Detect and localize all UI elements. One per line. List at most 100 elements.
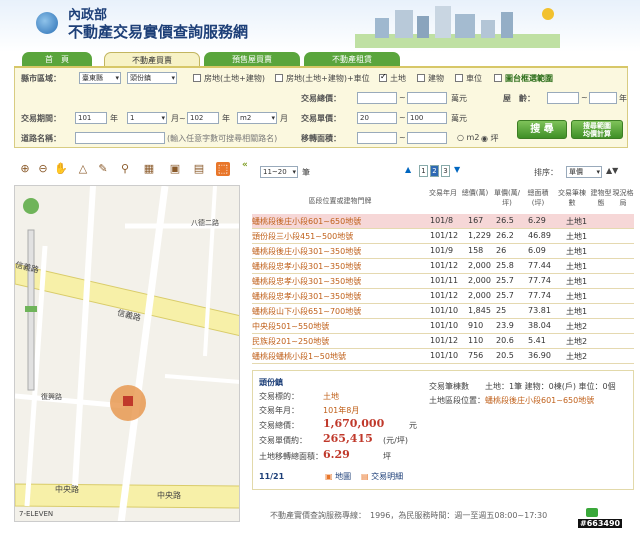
sort-select[interactable]: 單價	[566, 166, 602, 178]
cell-addr: 蟠桃段後庄小段601~650地號	[252, 217, 362, 226]
radio-m2[interactable]: ○ m2	[457, 133, 479, 142]
detail-map-button[interactable]: ▣ 地圖	[325, 471, 351, 482]
detail-index: 11/21	[259, 472, 285, 481]
unit-price-label: 交易單價：	[301, 114, 341, 123]
cell-area: 73.81	[528, 306, 551, 315]
radio-m2-label: m2	[466, 133, 480, 142]
site-title: 不動產交易實價查詢服務網	[68, 23, 249, 41]
pan-icon[interactable]: ✋	[54, 162, 68, 176]
cell-area: 6.09	[528, 246, 546, 255]
table-row[interactable]: 民族段201~250地號 101/12 110 20.6 5.41 土地2	[252, 334, 634, 349]
table-row[interactable]: 蟠桃段忠孝小段301~350地號 101/12 2,000 25.8 77.44 土地1	[252, 259, 634, 274]
cell-area: 5.41	[528, 336, 546, 345]
measure-icon[interactable]: △	[76, 162, 90, 176]
cell-count: 土地1	[566, 232, 588, 241]
detail-date-label: 交易年月：	[259, 406, 299, 415]
building-age-label: 屋 齡：	[503, 94, 535, 103]
sort-direction-icon[interactable]: ▲▼	[606, 166, 618, 175]
cell-total: 756	[468, 351, 484, 360]
detail-record-button[interactable]: ▤ 交易明細	[361, 471, 403, 482]
cell-count: 土地1	[566, 217, 588, 226]
road-input[interactable]	[75, 132, 165, 144]
cell-area: 46.89	[528, 231, 551, 240]
main-nav: 首 頁 不動產買賣 預售屋買賣 不動產租賃	[14, 52, 628, 67]
sort-label: 排序：	[534, 168, 558, 177]
table-row[interactable]: 中央段501~550地號 101/10 910 23.9 38.04 土地2	[252, 319, 634, 334]
month-end-unit: 月	[280, 114, 288, 123]
print-icon[interactable]: ▦	[142, 162, 156, 176]
unit-price-unit: 萬元	[451, 114, 467, 123]
range-tilde: ~	[399, 113, 406, 122]
table-row[interactable]: 蟠桃段蟠桃小段1~50地號 101/10 756 20.5 36.90 土地2	[252, 349, 634, 364]
table-row[interactable]: 蟠桃段後庄小段601~650地號 101/8 167 26.5 6.29 土地1	[252, 214, 634, 229]
period-end-month-select[interactable]: m2	[237, 112, 277, 124]
page-3[interactable]: 3	[441, 165, 450, 177]
collapse-panel-icon[interactable]: «	[242, 160, 250, 182]
table-row[interactable]: 蟠桃段山下小段651~700地號 101/10 1,845 25 73.81 土地1	[252, 304, 634, 319]
district-select[interactable]: 頭份鎮	[127, 72, 177, 84]
period-start-year-input[interactable]: 101	[75, 112, 107, 124]
city-select[interactable]: 臺東縣	[79, 72, 121, 84]
map-range-checkbox[interactable]	[494, 74, 502, 82]
tab-rental[interactable]: 不動產租賃	[304, 52, 400, 67]
type-checkbox-parking[interactable]	[455, 74, 463, 82]
type-checkbox-building[interactable]	[417, 74, 425, 82]
total-price-min-input[interactable]	[357, 92, 397, 104]
unit-price-min-input[interactable]: 20	[357, 112, 397, 124]
marker-icon[interactable]: ✎	[96, 162, 110, 176]
table-row[interactable]: 蟠桃段後庄小段301~350地號 101/9 158 26 6.09 土地1	[252, 244, 634, 259]
cell-count: 土地2	[566, 352, 588, 361]
next-page-icon[interactable]: ▼	[454, 165, 460, 174]
period-end-year-input[interactable]: 102	[187, 112, 219, 124]
table-row[interactable]: 蟠桃段忠孝小段301~350地號 101/11 2,000 25.7 77.74 土地1	[252, 274, 634, 289]
unit-price-max-input[interactable]: 100	[407, 112, 447, 124]
tab-home[interactable]: 首 頁	[22, 52, 92, 67]
tab-real-estate-sale[interactable]: 不動產買賣	[104, 52, 200, 67]
detail-count-label: 交易筆棟數	[429, 382, 469, 391]
zoom-in-icon[interactable]: ⊕	[18, 162, 32, 176]
cell-unit: 23.9	[496, 321, 514, 330]
type-checkbox-house[interactable]	[193, 74, 201, 82]
cell-unit: 20.6	[496, 336, 514, 345]
range-average-button[interactable]: 搜尋範圍 均價計算	[571, 120, 623, 139]
cell-date: 101/12	[430, 336, 459, 345]
cell-date: 101/8	[430, 216, 454, 225]
period-label: 交易期間：	[21, 114, 61, 123]
cell-total: 910	[468, 321, 484, 330]
area-label: 移轉面積：	[301, 134, 341, 143]
area-max-input[interactable]	[407, 132, 447, 144]
cell-unit: 25	[496, 306, 507, 315]
zoom-out-icon[interactable]: ⊖	[36, 162, 50, 176]
cell-total: 2,000	[468, 261, 491, 270]
page-size-select[interactable]: 11~20	[260, 166, 298, 178]
total-price-max-input[interactable]	[407, 92, 447, 104]
page-2[interactable]: 2	[430, 165, 439, 177]
cell-count: 土地1	[566, 307, 588, 316]
table-row[interactable]: 頭份段三小段451~500地號 101/12 1,229 26.2 46.89 土地1	[252, 229, 634, 244]
search-button[interactable]: 搜 尋	[517, 120, 567, 139]
cell-addr: 蟠桃段後庄小段301~350地號	[252, 247, 362, 256]
detail-total: 1,670,000	[323, 417, 385, 430]
tab-presale[interactable]: 預售屋買賣	[204, 52, 300, 67]
type-checkbox-house-parking[interactable]	[275, 74, 283, 82]
type-checkbox-land[interactable]	[379, 72, 387, 82]
period-start-month-select[interactable]: 1	[127, 112, 167, 124]
cell-area: 38.04	[528, 321, 551, 330]
table-row[interactable]: 蟠桃段忠孝小段301~350地號 101/12 2,000 25.7 77.74 土地1	[252, 289, 634, 304]
area-min-input[interactable]	[357, 132, 397, 144]
age-max-input[interactable]	[589, 92, 617, 104]
cell-date: 101/12	[430, 291, 459, 300]
grid-icon[interactable]: ▤	[192, 162, 206, 176]
select-icon[interactable]: ⚲	[118, 162, 132, 176]
radio-ping[interactable]: ◉ 坪	[481, 133, 499, 144]
detail-location-label: 土地區段位置：	[429, 396, 485, 405]
cell-area: 77.74	[528, 276, 551, 285]
layers-icon[interactable]: ▣	[168, 162, 182, 176]
page-1[interactable]: 1	[419, 165, 428, 177]
age-min-input[interactable]	[547, 92, 579, 104]
map-view[interactable]: 八德二路 信義路 信義路 中央路 中央路 復興路 7-ELEVEN	[14, 185, 240, 522]
prev-page-icon[interactable]: ▲	[405, 165, 411, 174]
mail-icon[interactable]	[586, 508, 598, 517]
link-icon[interactable]: ⬚	[216, 162, 230, 176]
cell-unit: 25.7	[496, 276, 514, 285]
